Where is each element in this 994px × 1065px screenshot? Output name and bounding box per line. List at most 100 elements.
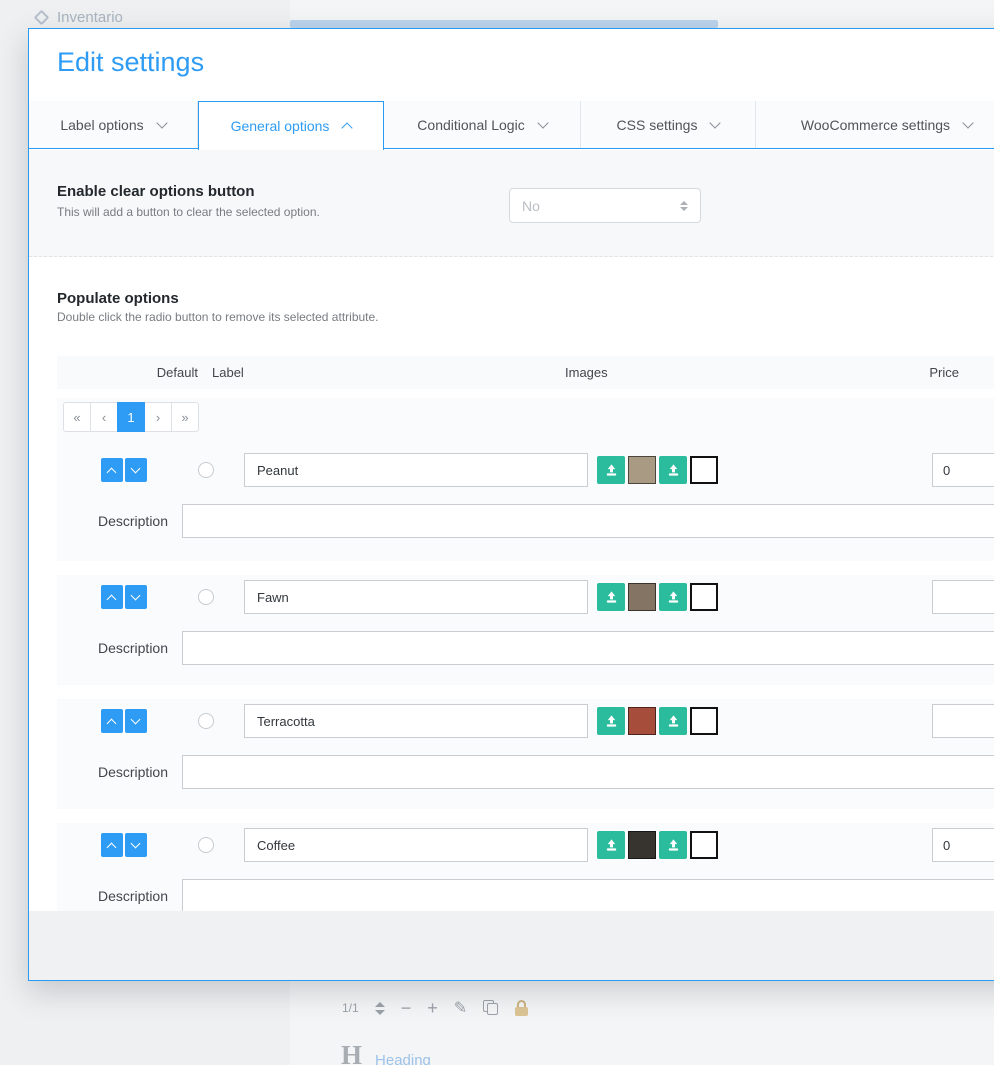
- move-up-button[interactable]: [101, 585, 123, 609]
- modal-title: Edit settings: [57, 47, 204, 78]
- pagination-page-1-button[interactable]: 1: [117, 402, 145, 432]
- option-image-swatch[interactable]: [690, 707, 718, 735]
- option-image-swatch[interactable]: [628, 583, 656, 611]
- pagination-last-button[interactable]: »: [171, 402, 199, 432]
- option-price-input[interactable]: [932, 828, 994, 862]
- option-description-input[interactable]: [182, 879, 994, 913]
- enable-clear-help: This will add a button to clear the sele…: [57, 205, 320, 219]
- heading-field-label: Heading: [375, 1052, 431, 1065]
- upload-icon: [666, 714, 681, 729]
- populate-options-help: Double click the radio button to remove …: [57, 310, 379, 324]
- chevron-down-icon: [962, 117, 973, 128]
- option-image-swatch[interactable]: [628, 707, 656, 735]
- upload-image-button[interactable]: [597, 707, 625, 735]
- tab-css-settings[interactable]: CSS settings: [581, 101, 756, 148]
- option-description-input[interactable]: [182, 631, 994, 665]
- upload-icon: [666, 838, 681, 853]
- inventory-breadcrumb: Inventario: [36, 9, 123, 26]
- upload-image-button[interactable]: [597, 831, 625, 859]
- option-description-input[interactable]: [182, 755, 994, 789]
- chevron-down-icon: [156, 117, 167, 128]
- modal-body: Enable clear options button This will ad…: [29, 150, 994, 980]
- upload-image-button[interactable]: [597, 456, 625, 484]
- option-price-input[interactable]: [932, 580, 994, 614]
- upload-image-button[interactable]: [659, 707, 687, 735]
- move-down-button[interactable]: [125, 458, 147, 482]
- option-label-input[interactable]: [244, 828, 588, 862]
- chevron-up-icon: [342, 122, 353, 133]
- tab-conditional-logic[interactable]: Conditional Logic: [384, 101, 581, 148]
- tag-icon: [34, 10, 50, 26]
- options-table-body: « ‹ 1 › »: [57, 398, 994, 947]
- upload-icon: [666, 590, 681, 605]
- upload-icon: [604, 714, 619, 729]
- upload-icon: [604, 463, 619, 478]
- option-row: Description: [57, 575, 994, 685]
- heading-icon: H: [341, 1042, 362, 1065]
- option-row: Description: [57, 699, 994, 809]
- page-toolbar: 1/1 − + ✎: [342, 998, 528, 1018]
- upload-icon: [604, 590, 619, 605]
- zoom-out-icon[interactable]: −: [401, 999, 412, 1017]
- upload-image-button[interactable]: [659, 583, 687, 611]
- option-image-swatch[interactable]: [690, 456, 718, 484]
- pagination: « ‹ 1 › »: [63, 402, 994, 432]
- enable-clear-selected-value: No: [522, 198, 540, 214]
- move-up-button[interactable]: [101, 709, 123, 733]
- populate-options-label: Populate options: [57, 290, 179, 307]
- default-radio[interactable]: [198, 713, 214, 729]
- description-label: Description: [57, 513, 168, 529]
- duplicate-icon[interactable]: [483, 1000, 499, 1016]
- upload-image-button[interactable]: [597, 583, 625, 611]
- option-price-input[interactable]: [932, 453, 994, 487]
- option-image-swatch[interactable]: [628, 831, 656, 859]
- page-indicator: 1/1: [342, 1001, 359, 1015]
- description-label: Description: [57, 888, 168, 904]
- move-down-button[interactable]: [125, 833, 147, 857]
- settings-tab-bar: Label options General options Conditiona…: [29, 101, 994, 149]
- description-label: Description: [57, 640, 168, 656]
- lock-icon[interactable]: [515, 1000, 528, 1016]
- default-radio[interactable]: [198, 462, 214, 478]
- page-stepper-icon[interactable]: [375, 1002, 385, 1015]
- option-price-input[interactable]: [932, 704, 994, 738]
- option-row: « ‹ 1 › »: [57, 398, 994, 561]
- default-radio[interactable]: [198, 589, 214, 605]
- pagination-prev-button[interactable]: ‹: [90, 402, 118, 432]
- tab-woocommerce-settings[interactable]: WooCommerce settings: [756, 101, 994, 148]
- edit-pencil-icon[interactable]: ✎: [454, 998, 467, 1018]
- heading-field-block: H Heading: [341, 1042, 431, 1065]
- move-down-button[interactable]: [125, 709, 147, 733]
- option-label-input[interactable]: [244, 580, 588, 614]
- chevron-down-icon: [710, 117, 721, 128]
- column-header-price: Price: [57, 365, 959, 380]
- enable-clear-label: Enable clear options button: [57, 183, 320, 200]
- move-up-button[interactable]: [101, 458, 123, 482]
- modal-footer: [29, 911, 994, 980]
- zoom-in-icon[interactable]: +: [427, 999, 438, 1017]
- inventory-label: Inventario: [57, 9, 123, 26]
- upload-icon: [604, 838, 619, 853]
- background-progress-bar: [290, 20, 718, 28]
- description-label: Description: [57, 764, 168, 780]
- pagination-next-button[interactable]: ›: [144, 402, 172, 432]
- options-table-header: Default Label Images Price: [57, 356, 994, 389]
- enable-clear-select[interactable]: No: [509, 188, 701, 223]
- pagination-first-button[interactable]: «: [63, 402, 91, 432]
- tab-general-options[interactable]: General options: [198, 101, 384, 150]
- upload-image-button[interactable]: [659, 456, 687, 484]
- move-down-button[interactable]: [125, 585, 147, 609]
- option-description-input[interactable]: [182, 504, 994, 538]
- option-image-swatch[interactable]: [690, 831, 718, 859]
- upload-icon: [666, 463, 681, 478]
- default-radio[interactable]: [198, 837, 214, 853]
- option-label-input[interactable]: [244, 453, 588, 487]
- upload-image-button[interactable]: [659, 831, 687, 859]
- option-image-swatch[interactable]: [628, 456, 656, 484]
- option-image-swatch[interactable]: [690, 583, 718, 611]
- select-stepper-icon: [680, 201, 688, 211]
- tab-label-options[interactable]: Label options: [29, 101, 198, 148]
- chevron-down-icon: [537, 117, 548, 128]
- move-up-button[interactable]: [101, 833, 123, 857]
- option-label-input[interactable]: [244, 704, 588, 738]
